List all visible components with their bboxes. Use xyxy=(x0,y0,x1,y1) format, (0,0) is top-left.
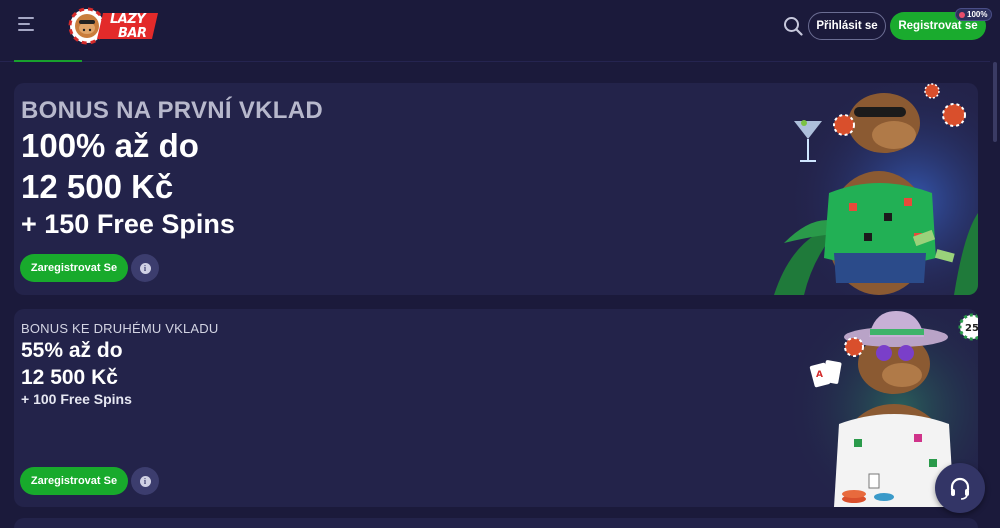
capybara-cocktail-illustration xyxy=(764,83,978,295)
heart-icon xyxy=(959,11,965,18)
hamburger-icon[interactable] xyxy=(18,17,38,35)
info-icon[interactable]: i xyxy=(131,467,159,495)
info-icon[interactable]: i xyxy=(131,254,159,282)
register-badge-text: 100% xyxy=(967,10,988,19)
bonus-percent: 100% až do xyxy=(21,127,199,164)
register-bonus-badge: 100% xyxy=(955,8,993,21)
bonus-free-spins: + 100 Free Spins xyxy=(21,391,132,407)
login-button[interactable]: Přihlásit se xyxy=(808,12,886,40)
active-tab-indicator xyxy=(14,60,82,62)
lazybar-logo[interactable]: LAZY BAR xyxy=(68,6,160,46)
bonus-subtitle: BONUS KE DRUHÉMU VKLADU xyxy=(21,321,219,336)
bonus-amount: 12 500 Kč xyxy=(21,168,174,205)
header-divider xyxy=(0,61,990,62)
headset-icon[interactable] xyxy=(935,463,985,513)
register-cta-button[interactable]: Zaregistrovat Se xyxy=(20,467,128,495)
next-bonus-card-edge xyxy=(14,518,978,528)
bonus-amount: 12 500 Kč xyxy=(21,366,118,389)
top-header: LAZY BAR Přihlásit se Registrovat se 100… xyxy=(0,0,1000,52)
logo-text-bar: BAR xyxy=(118,26,147,41)
bonus-free-spins: + 150 Free Spins xyxy=(21,209,235,239)
register-cta-button[interactable]: Zaregistrovat Se xyxy=(20,254,128,282)
bonus-card-first-deposit: BONUS NA PRVNÍ VKLAD 100% až do 12 500 K… xyxy=(14,83,978,295)
bonus-percent: 55% až do xyxy=(21,339,123,362)
chip-value: 25 xyxy=(965,323,978,334)
scrollbar[interactable] xyxy=(993,62,997,142)
bonus-subtitle: BONUS NA PRVNÍ VKLAD xyxy=(21,97,324,124)
bonus-card-second-deposit: BONUS KE DRUHÉMU VKLADU 55% až do 12 500… xyxy=(14,309,978,507)
search-icon[interactable] xyxy=(783,16,803,36)
svg-text:A: A xyxy=(816,370,823,380)
logo-text-lazy: LAZY xyxy=(110,12,146,27)
